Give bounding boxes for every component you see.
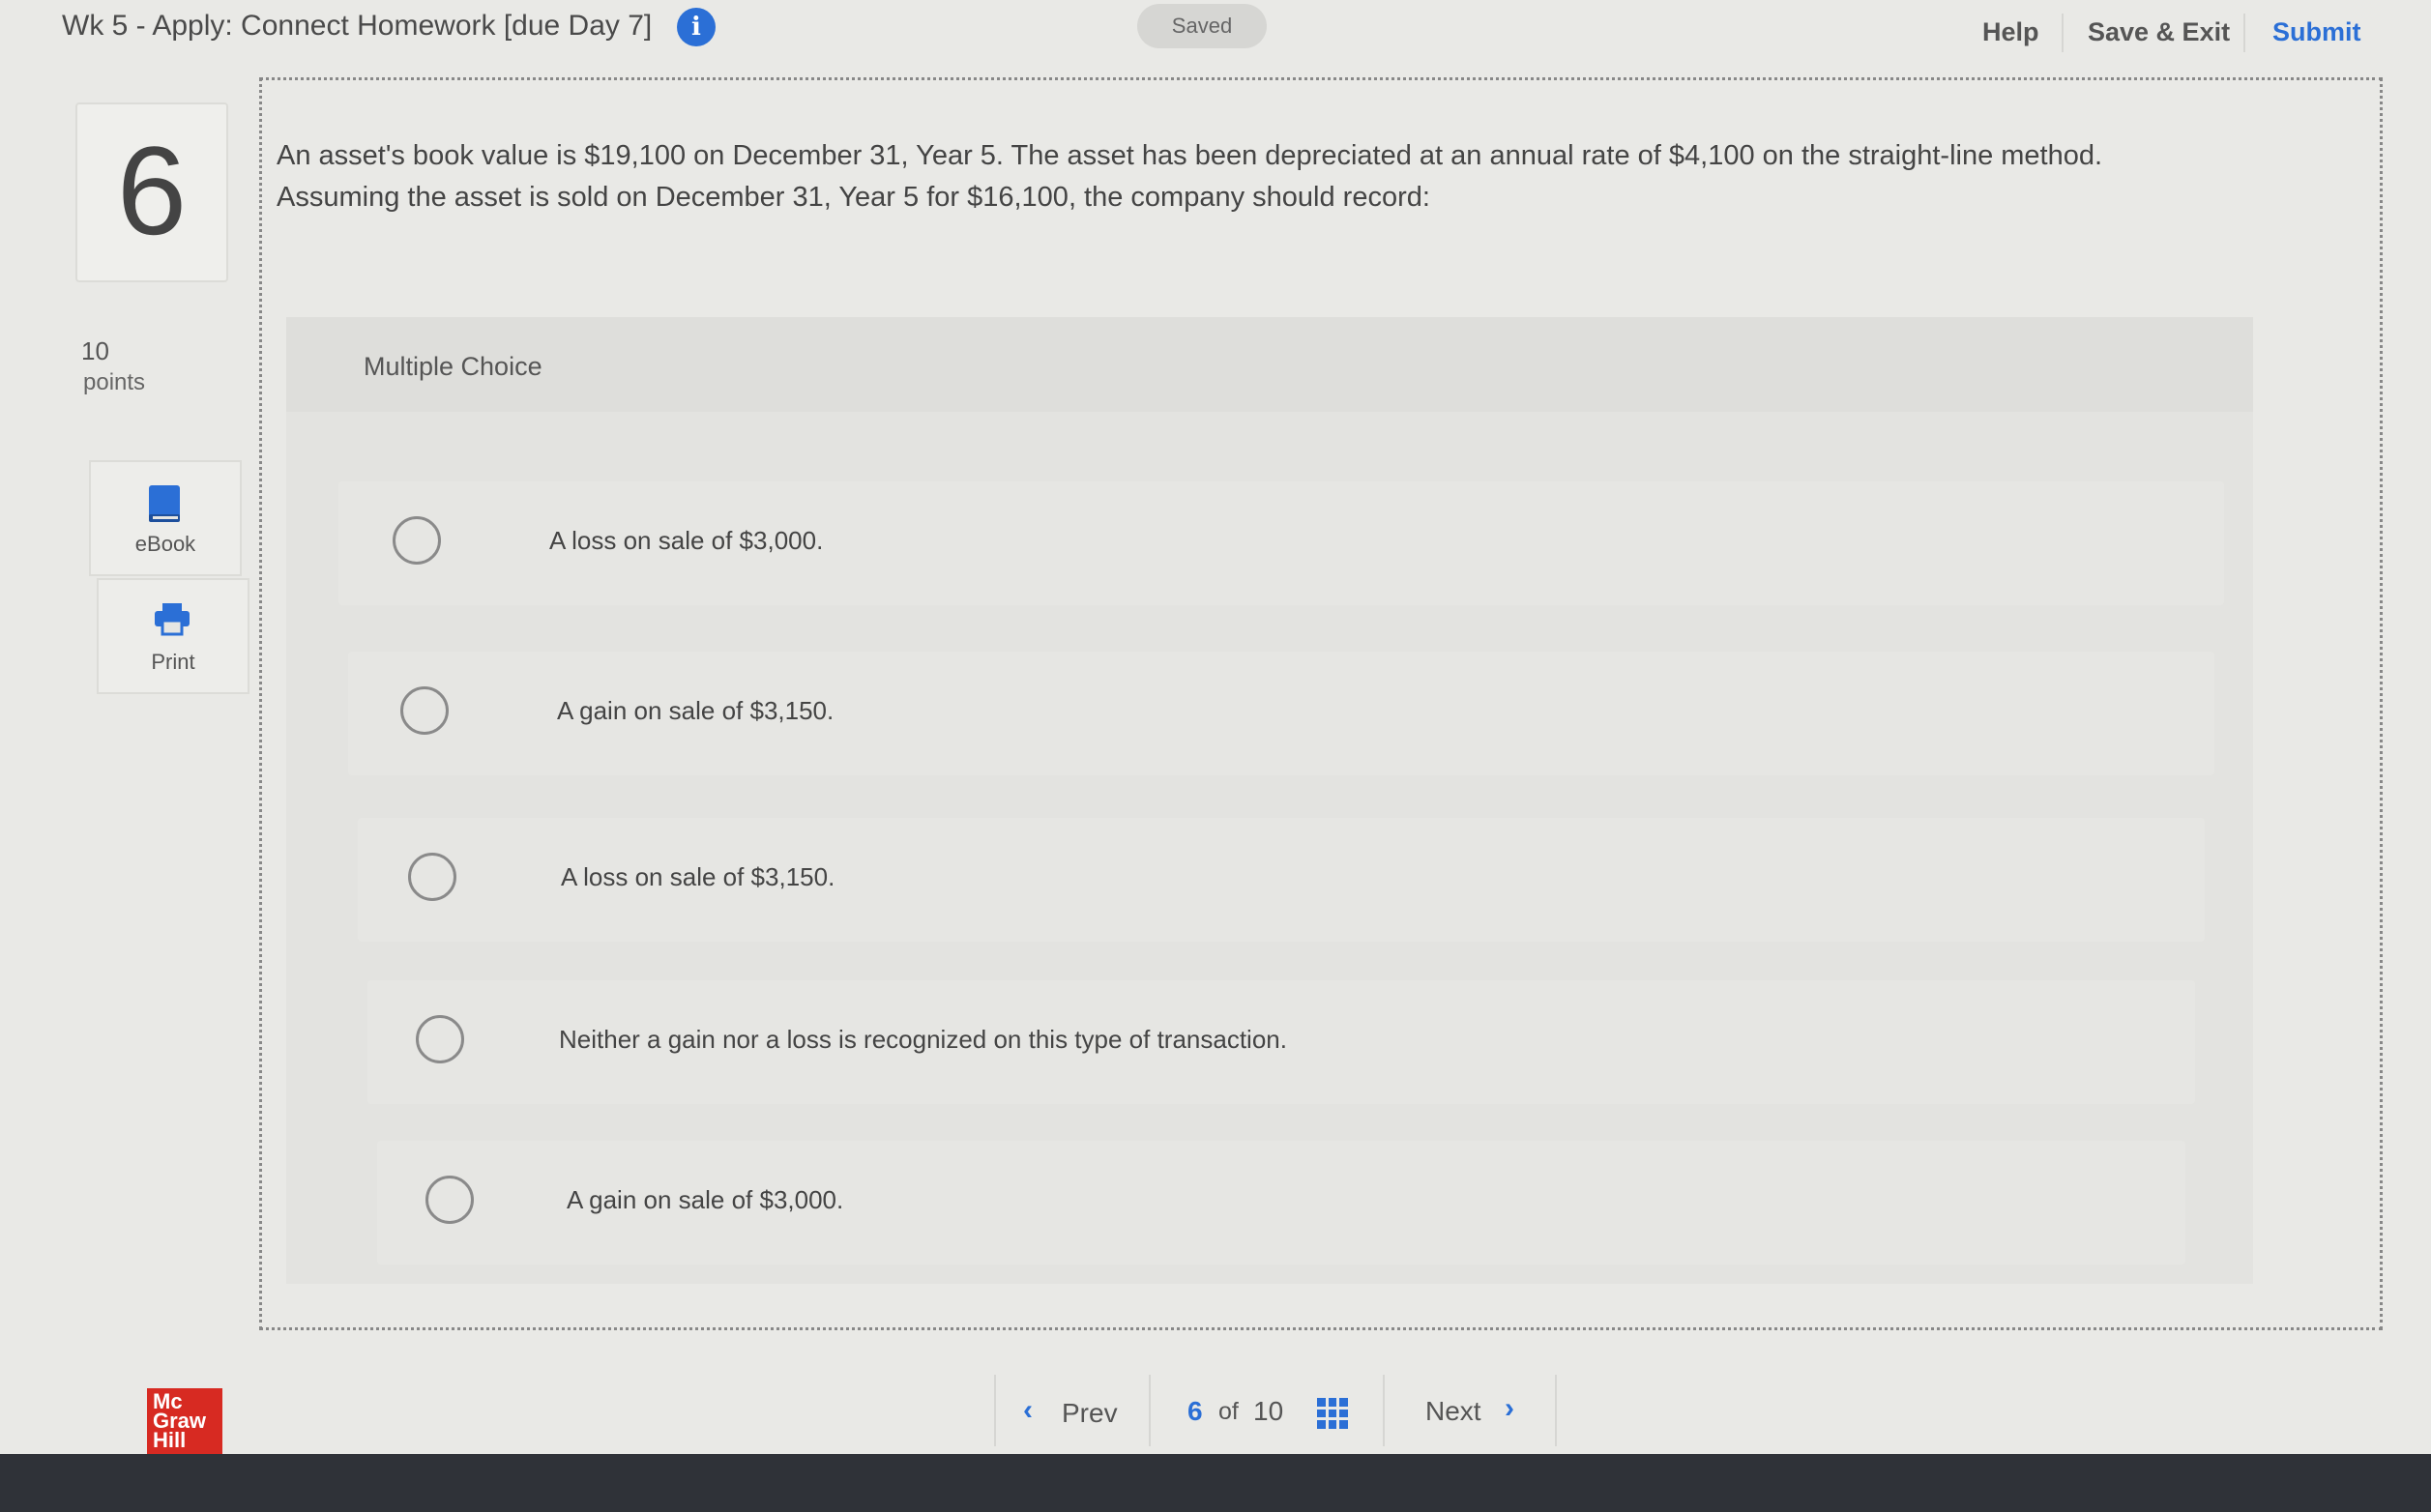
question-prompt: An asset's book value is $19,100 on Dece…: [277, 135, 2211, 218]
option-text: A loss on sale of $3,000.: [549, 526, 824, 555]
divider: [1149, 1375, 1151, 1446]
radio-button[interactable]: [400, 686, 449, 735]
divider: [1383, 1375, 1385, 1446]
answer-option-3[interactable]: A loss on sale of $3,150.: [358, 818, 2205, 942]
logo-line: Hill: [153, 1428, 187, 1452]
question-number-box: 6: [75, 102, 228, 282]
option-text: A loss on sale of $3,150.: [561, 862, 835, 891]
help-link[interactable]: Help: [1982, 17, 2039, 47]
divider: [994, 1375, 996, 1446]
save-exit-button[interactable]: Save & Exit: [2088, 17, 2230, 47]
answer-option-4[interactable]: Neither a gain nor a loss is recognized …: [367, 980, 2195, 1104]
points-label: points: [83, 369, 146, 395]
total-pages: 10: [1253, 1396, 1284, 1426]
ebook-button[interactable]: eBook: [89, 460, 242, 576]
submit-button[interactable]: Submit: [2272, 17, 2361, 47]
answer-option-5[interactable]: A gain on sale of $3,000.: [377, 1141, 2185, 1265]
ebook-label: eBook: [134, 532, 196, 556]
answer-option-2[interactable]: A gain on sale of $3,150.: [348, 652, 2214, 775]
print-label: Print: [151, 650, 195, 674]
divider: [2062, 14, 2064, 52]
top-bar: Wk 5 - Apply: Connect Homework [due Day …: [0, 0, 2431, 62]
chevron-right-icon: ›: [1505, 1392, 1514, 1424]
mcgraw-hill-logo: Mc Graw Hill: [147, 1388, 222, 1458]
option-text: A gain on sale of $3,150.: [557, 696, 835, 725]
divider: [1555, 1375, 1557, 1446]
radio-button[interactable]: [393, 516, 441, 565]
saved-status-badge: Saved: [1137, 4, 1267, 48]
question-number: 6: [116, 120, 188, 261]
divider: [2243, 14, 2245, 52]
multiple-choice-panel: Multiple Choice A loss on sale of $3,000…: [286, 317, 2253, 1284]
assignment-title: Wk 5 - Apply: Connect Homework [due Day …: [62, 10, 653, 42]
info-icon[interactable]: i: [677, 8, 716, 46]
footer-bar: [0, 1363, 2431, 1454]
option-text: Neither a gain nor a loss is recognized …: [559, 1025, 1287, 1054]
chevron-left-icon: ‹: [1023, 1394, 1033, 1426]
next-label: Next: [1425, 1396, 1481, 1426]
question-grid-icon[interactable]: [1317, 1398, 1348, 1429]
of-label: of: [1218, 1398, 1239, 1425]
current-page: 6: [1187, 1396, 1203, 1426]
points-value: 10: [81, 336, 109, 365]
radio-button[interactable]: [408, 853, 456, 901]
question-type-label: Multiple Choice: [364, 352, 542, 381]
screen-bezel: [0, 1454, 2431, 1512]
radio-button[interactable]: [425, 1176, 474, 1224]
printer-icon: [155, 603, 190, 636]
prompt-line-2: Assuming the asset is sold on December 3…: [277, 182, 1430, 213]
option-text: A gain on sale of $3,000.: [567, 1185, 844, 1214]
book-icon: [149, 485, 180, 522]
answer-option-1[interactable]: A loss on sale of $3,000.: [338, 481, 2224, 605]
radio-button[interactable]: [416, 1015, 464, 1063]
prev-label: Prev: [1062, 1398, 1118, 1428]
print-button[interactable]: Print: [97, 578, 249, 694]
prompt-line-1: An asset's book value is $19,100 on Dece…: [277, 140, 2103, 171]
multiple-choice-header: Multiple Choice: [286, 317, 2253, 412]
